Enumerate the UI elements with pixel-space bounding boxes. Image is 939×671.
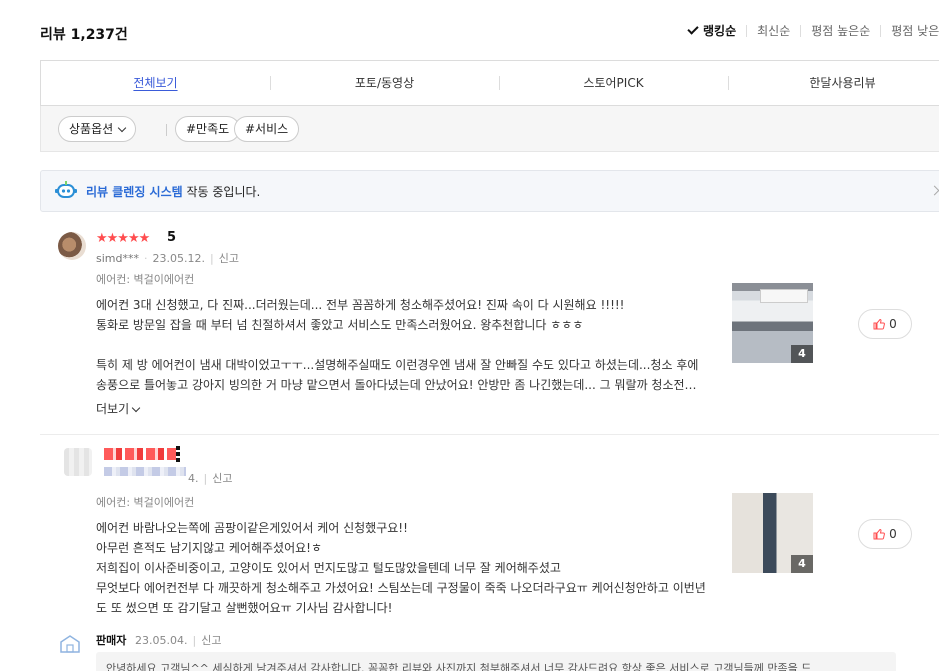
tab-store-pick[interactable]: 스토어PICK — [499, 75, 728, 91]
filter-bar: 상품옵션 #만족도 #서비스 — [40, 106, 939, 152]
sort-ranking[interactable]: 랭킹순 — [687, 23, 746, 37]
avatar — [64, 448, 92, 476]
review-meta: simd*** · 23.05.12. | 신고 — [96, 252, 239, 265]
tab-photo-video[interactable]: 포토/동영상 — [270, 75, 499, 91]
review-cleaning-banner[interactable]: 리뷰 클렌징 시스템 작동 중입니다. — [40, 170, 939, 212]
rating-score: 5 — [167, 230, 177, 245]
review-text: 에어컨 3대 신청했고, 다 진짜...더러웠는데... 전부 꼼꼼하게 청소해… — [96, 298, 706, 392]
robot-icon — [55, 181, 77, 198]
like-button[interactable]: 0 — [858, 519, 912, 549]
review-photo[interactable]: 4 — [732, 493, 813, 573]
avatar — [58, 232, 86, 260]
filter-divider — [166, 124, 167, 136]
report-link[interactable]: 신고 — [201, 634, 221, 647]
seller-meta: 23.05.04. | 신고 — [135, 634, 222, 647]
like-button[interactable]: 0 — [858, 309, 912, 339]
thumbs-up-icon — [873, 529, 886, 540]
review-photo[interactable]: 4 — [732, 283, 813, 363]
tab-month-review[interactable]: 한달사용리뷰 — [728, 75, 939, 91]
tab-all[interactable]: 전체보기 — [41, 75, 270, 91]
photo-count: 4 — [791, 555, 813, 573]
product-option: 에어컨: 벽걸이에어컨 — [96, 496, 195, 509]
blurred-reviewer-meta — [104, 467, 186, 476]
seller-reply-text: 안녕하세요 고객님^^ 세심하게 남겨주셔서 감사합니다. 꼼꼼한 리뷰와 사진… — [106, 662, 812, 671]
aircon-image — [760, 289, 808, 303]
report-link[interactable]: 신고 — [212, 472, 232, 485]
review-item: ★★★★★ 5 simd*** · 23.05.12. | 신고 에어컨: 벽걸이에어컨… — [40, 213, 939, 435]
store-icon — [60, 635, 80, 653]
reviewer-id: simd*** — [96, 252, 139, 265]
review-header: 리뷰 1,237건 랭킹순 최신순 평점 높은순 평점 낮은순 — [40, 22, 939, 46]
sort-rating-high[interactable]: 평점 높은순 — [800, 25, 880, 37]
chevron-right-icon — [929, 185, 939, 196]
product-option: 에어컨: 벽걸이에어컨 — [96, 273, 195, 286]
review-date: 23.05.12. — [152, 252, 205, 265]
chevron-down-icon — [117, 123, 127, 133]
blurred-mark — [176, 446, 180, 462]
review-date: 4. — [188, 472, 199, 485]
thumbs-up-icon — [873, 319, 886, 330]
star-rating: ★★★★★ — [96, 231, 150, 246]
review-count: 리뷰 1,237건 — [40, 27, 128, 43]
tag-service[interactable]: #서비스 — [234, 116, 300, 142]
review-tabs: 전체보기 포토/동영상 스토어PICK 한달사용리뷰 — [40, 60, 939, 106]
seller-reply: 판매자 23.05.04. | 신고 안녕하세요 고객님^^ 세심하게 남겨주셔서 … — [40, 630, 939, 671]
seller-reply-box: 안녕하세요 고객님^^ 세심하게 남겨주셔서 감사합니다. 꼼꼼한 리뷰와 사진… — [96, 652, 896, 671]
check-icon — [687, 23, 699, 35]
cleaning-text: 리뷰 클렌징 시스템 작동 중입니다. — [86, 185, 261, 199]
photo-count: 4 — [791, 345, 813, 363]
product-option-dropdown[interactable]: 상품옵션 — [58, 116, 137, 142]
seller-name: 판매자 — [96, 634, 127, 647]
sort-latest[interactable]: 최신순 — [746, 25, 800, 37]
reply-date: 23.05.04. — [135, 634, 188, 647]
show-more-button[interactable]: 더보기 — [96, 400, 141, 417]
review-text: 에어컨 바람나오는쪽에 곰팡이같은게있어서 케어 신청했구요!! 아무런 흔적도… — [96, 521, 706, 615]
blurred-rating — [104, 448, 180, 460]
review-meta: 4. | 신고 — [188, 472, 233, 485]
tag-satisfaction[interactable]: #만족도 — [175, 116, 241, 142]
report-link[interactable]: 신고 — [219, 252, 239, 265]
sort-options: 랭킹순 최신순 평점 높은순 평점 낮은순 — [687, 23, 939, 37]
chevron-down-icon — [131, 403, 141, 413]
sort-rating-low[interactable]: 평점 낮은순 — [880, 25, 939, 37]
